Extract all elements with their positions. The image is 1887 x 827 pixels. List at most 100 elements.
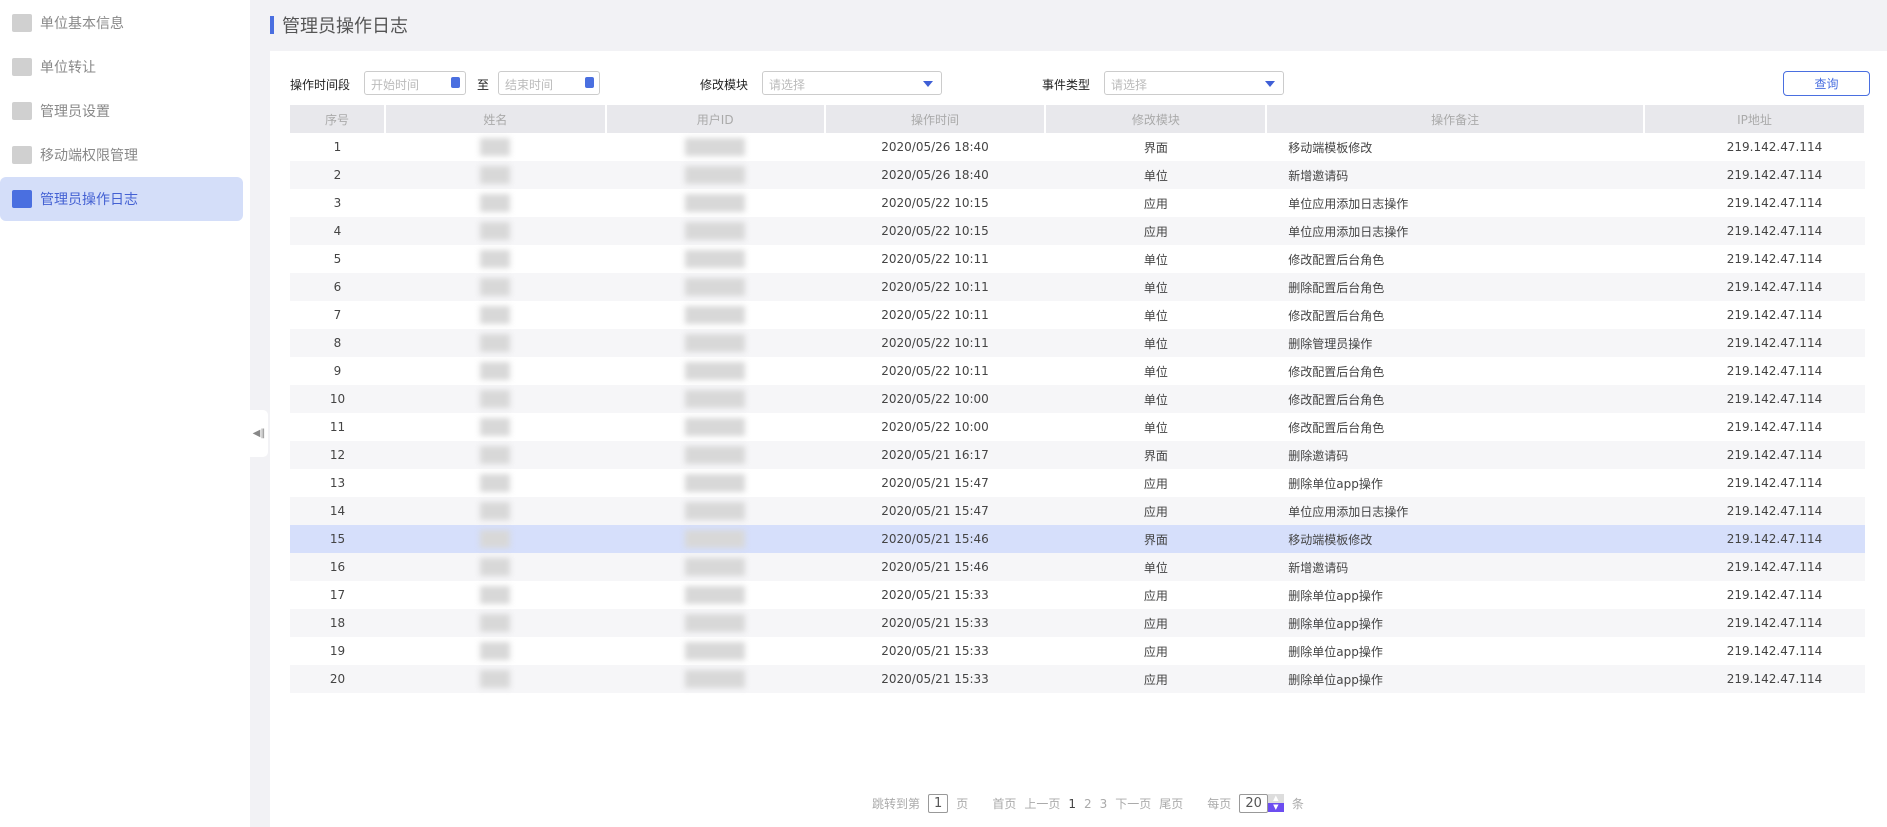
module: 单位 bbox=[1045, 329, 1267, 357]
page-link[interactable]: 3 bbox=[1100, 797, 1108, 811]
table-row[interactable]: 11 2020/05/22 10:00 单位 修改配置后台角色 219.142.… bbox=[290, 413, 1865, 441]
ip-address: 219.142.47.114 bbox=[1644, 161, 1865, 189]
sidebar-item[interactable]: 管理员操作日志 bbox=[0, 177, 243, 221]
operation-note: 删除单位app操作 bbox=[1288, 588, 1383, 603]
sidebar-item-label: 单位转让 bbox=[40, 60, 96, 76]
ip-address: 219.142.47.114 bbox=[1726, 588, 1823, 602]
collapse-sidebar-button[interactable]: ◀‖ bbox=[250, 410, 268, 457]
increment-icon[interactable]: ▲ bbox=[1267, 794, 1284, 803]
table-row[interactable]: 15 2020/05/21 15:46 界面 移动端模板修改 219.142.4… bbox=[290, 525, 1865, 553]
table-row[interactable]: 18 2020/05/21 15:33 应用 删除单位app操作 219.142… bbox=[290, 609, 1865, 637]
first-page-link[interactable]: 首页 bbox=[992, 795, 1016, 812]
ip-address: 219.142.47.114 bbox=[1726, 196, 1823, 210]
name-cell-redacted bbox=[385, 357, 606, 385]
sidebar-item[interactable]: 移动端权限管理 bbox=[0, 133, 243, 177]
table-row[interactable]: 4 2020/05/22 10:15 应用 单位应用添加日志操作 219.142… bbox=[290, 217, 1865, 245]
column-header: 操作时间 bbox=[824, 105, 1047, 133]
table-row[interactable]: 2 2020/05/26 18:40 单位 新增邀请码 219.142.47.1… bbox=[290, 161, 1865, 189]
table-row[interactable]: 13 2020/05/21 15:47 应用 删除单位app操作 219.142… bbox=[290, 469, 1865, 497]
operation-time: 2020/05/22 10:15 bbox=[824, 217, 1046, 245]
table-row[interactable]: 1 2020/05/26 18:40 界面 移动端模板修改 219.142.47… bbox=[290, 133, 1865, 161]
table-row[interactable]: 6 2020/05/22 10:11 单位 删除配置后台角色 219.142.4… bbox=[290, 273, 1865, 301]
name-cell-redacted bbox=[385, 189, 606, 217]
operation-time: 2020/05/22 10:00 bbox=[824, 385, 1046, 413]
sidebar-item[interactable]: 管理员设置 bbox=[0, 89, 243, 133]
operation-note: 删除邀请码 bbox=[1266, 441, 1645, 469]
module: 单位 bbox=[1045, 273, 1267, 301]
user-id-cell-redacted bbox=[605, 441, 825, 469]
per-page-input[interactable]: 20 bbox=[1239, 794, 1268, 813]
sidebar-item-label: 管理员操作日志 bbox=[40, 192, 138, 208]
row-index: 2 bbox=[290, 161, 385, 189]
module: 界面 bbox=[1045, 525, 1267, 553]
row-index: 18 bbox=[290, 609, 385, 637]
ip-address: 219.142.47.114 bbox=[1644, 217, 1865, 245]
operation-note: 新增邀请码 bbox=[1266, 161, 1645, 189]
operation-time: 2020/05/21 15:46 bbox=[824, 525, 1046, 553]
table-row[interactable]: 19 2020/05/21 15:33 应用 删除单位app操作 219.142… bbox=[290, 637, 1865, 665]
ip-address: 219.142.47.114 bbox=[1644, 329, 1865, 357]
ip-address: 219.142.47.114 bbox=[1726, 140, 1823, 154]
module: 应用 bbox=[1045, 497, 1267, 525]
table-row[interactable]: 7 2020/05/22 10:11 单位 修改配置后台角色 219.142.4… bbox=[290, 301, 1865, 329]
pagination: 跳转到第 1 页 首页 上一页 1 2 3 下一页 尾页 每页 20 ▲ ▼ 条 bbox=[872, 794, 1304, 813]
module: 应用 bbox=[1143, 476, 1168, 491]
name-cell-redacted bbox=[384, 553, 606, 581]
sidebar-item[interactable]: 单位转让 bbox=[0, 45, 243, 89]
column-header: 操作备注 bbox=[1266, 105, 1646, 133]
decrement-icon[interactable]: ▼ bbox=[1267, 803, 1284, 812]
table-row[interactable]: 5 2020/05/22 10:11 单位 修改配置后台角色 219.142.4… bbox=[290, 245, 1865, 273]
page-link[interactable]: 2 bbox=[1084, 797, 1092, 811]
user-id-cell-redacted bbox=[606, 581, 825, 609]
last-page-link[interactable]: 尾页 bbox=[1159, 795, 1183, 812]
table-row[interactable]: 8 2020/05/22 10:11 单位 删除管理员操作 219.142.47… bbox=[290, 329, 1865, 357]
jump-page-input[interactable]: 1 bbox=[928, 794, 949, 813]
table-row[interactable]: 14 2020/05/21 15:47 应用 单位应用添加日志操作 219.14… bbox=[290, 497, 1865, 525]
module: 界面 bbox=[1045, 441, 1267, 469]
query-button[interactable]: 查询 bbox=[1783, 71, 1870, 96]
user-id-cell-redacted bbox=[605, 609, 825, 637]
table-row[interactable]: 9 2020/05/22 10:11 单位 修改配置后台角色 219.142.4… bbox=[290, 357, 1865, 385]
ip-address: 219.142.47.114 bbox=[1644, 273, 1865, 301]
end-time-input[interactable]: 结束时间 bbox=[498, 71, 600, 95]
operation-note: 移动端模板修改 bbox=[1288, 140, 1373, 155]
table-row[interactable]: 20 2020/05/21 15:33 应用 删除单位app操作 219.142… bbox=[290, 665, 1865, 693]
table-row[interactable]: 3 2020/05/22 10:15 应用 单位应用添加日志操作 219.142… bbox=[290, 189, 1865, 217]
ip-address: 219.142.47.114 bbox=[1726, 364, 1823, 378]
name-cell-redacted bbox=[385, 637, 606, 665]
prev-page-link[interactable]: 上一页 bbox=[1024, 795, 1060, 812]
ip-address: 219.142.47.114 bbox=[1644, 525, 1865, 553]
table-row[interactable]: 12 2020/05/21 16:17 界面 删除邀请码 219.142.47.… bbox=[290, 441, 1865, 469]
table-row[interactable]: 17 2020/05/21 15:33 应用 删除单位app操作 219.142… bbox=[290, 581, 1865, 609]
operation-note: 新增邀请码 bbox=[1266, 553, 1645, 581]
event-placeholder: 请选择 bbox=[1111, 78, 1148, 92]
row-index: 5 bbox=[333, 252, 342, 266]
start-time-input[interactable]: 开始时间 bbox=[364, 71, 466, 95]
module: 单位 bbox=[1045, 553, 1267, 581]
name-cell-redacted bbox=[385, 133, 606, 161]
event-type-select[interactable]: 请选择 bbox=[1104, 71, 1284, 95]
per-page-prefix: 每页 bbox=[1207, 797, 1232, 811]
end-placeholder: 结束时间 bbox=[505, 78, 554, 92]
page-link[interactable]: 1 bbox=[1068, 797, 1076, 811]
operation-note: 修改配置后台角色 bbox=[1266, 385, 1645, 413]
chevron-down-icon bbox=[1265, 81, 1275, 87]
table-row[interactable]: 16 2020/05/21 15:46 单位 新增邀请码 219.142.47.… bbox=[290, 553, 1865, 581]
module: 应用 bbox=[1045, 217, 1267, 245]
row-index: 16 bbox=[290, 553, 385, 581]
operation-time: 2020/05/26 18:40 bbox=[824, 161, 1046, 189]
table-row[interactable]: 10 2020/05/22 10:00 单位 修改配置后台角色 219.142.… bbox=[290, 385, 1865, 413]
ip-address: 219.142.47.114 bbox=[1726, 252, 1823, 266]
operation-time: 2020/05/21 15:33 bbox=[824, 665, 1046, 693]
name-cell-redacted bbox=[384, 329, 606, 357]
sidebar-item[interactable]: 单位基本信息 bbox=[0, 1, 243, 45]
row-index: 1 bbox=[333, 140, 342, 154]
per-page-stepper[interactable]: ▲ ▼ bbox=[1267, 794, 1284, 812]
calendar-icon bbox=[451, 77, 460, 88]
row-index: 15 bbox=[290, 525, 385, 553]
module-select[interactable]: 请选择 bbox=[762, 71, 942, 95]
ip-address: 219.142.47.114 bbox=[1644, 441, 1865, 469]
ip-address: 219.142.47.114 bbox=[1644, 553, 1865, 581]
next-page-link[interactable]: 下一页 bbox=[1115, 795, 1151, 812]
user-id-cell-redacted bbox=[605, 329, 825, 357]
